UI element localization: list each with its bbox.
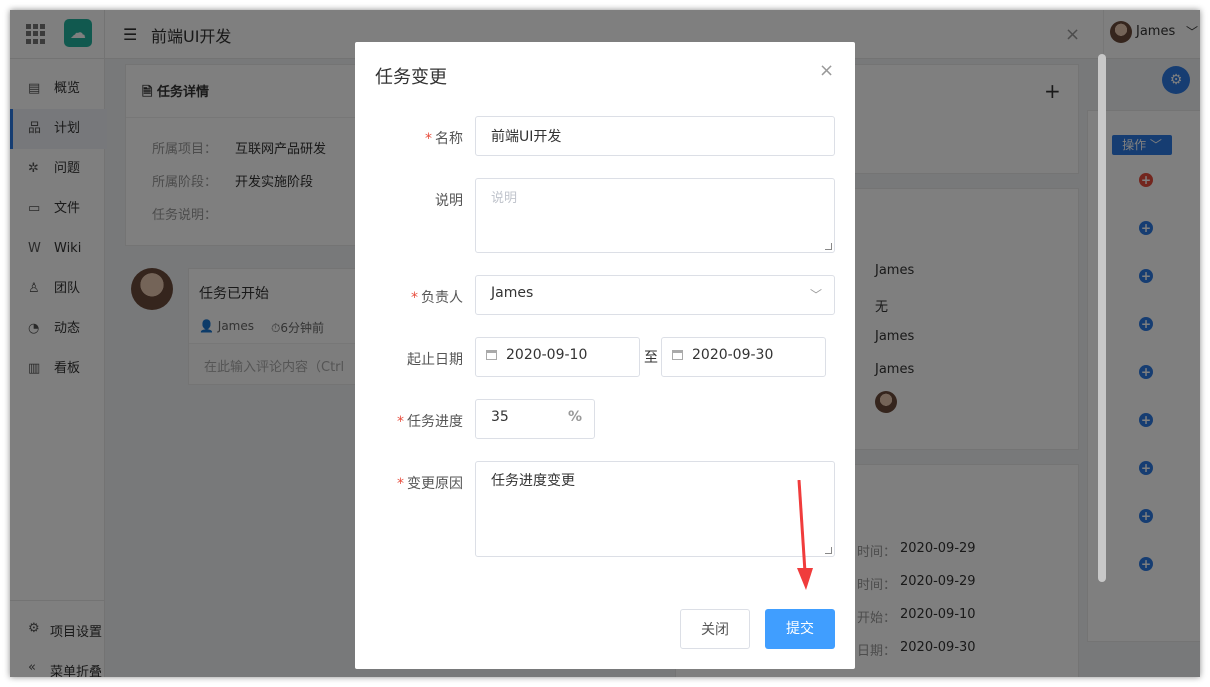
start-date-value: 2020-09-10	[506, 347, 588, 363]
reason-label-text: 变更原因	[407, 476, 463, 492]
date-separator: 至	[644, 350, 658, 366]
dialog-title: 任务变更	[375, 67, 447, 88]
start-date-picker[interactable]: 2020-09-10	[475, 337, 640, 377]
date-range-label: 起止日期	[407, 352, 463, 368]
name-label: * 名称	[425, 131, 463, 147]
reason-value: 任务进度变更	[491, 473, 575, 489]
owner-label-text: 负责人	[421, 290, 463, 306]
task-change-dialog: 任务变更 × * 名称 前端UI开发 说明 说明 * 负责人 James ﹀ 起止日…	[355, 42, 855, 669]
scrollbar[interactable]	[1098, 54, 1106, 582]
percent-icon: %	[567, 409, 582, 425]
name-input-value: 前端UI开发	[491, 129, 562, 145]
reason-textarea[interactable]: 任务进度变更	[475, 461, 835, 557]
name-input[interactable]: 前端UI开发	[475, 116, 835, 156]
close-button[interactable]: 关闭	[680, 609, 750, 649]
owner-select[interactable]: James ﹀	[475, 275, 835, 315]
calendar-icon	[672, 350, 683, 360]
resize-handle-icon[interactable]	[825, 243, 832, 250]
desc-placeholder: 说明	[491, 191, 518, 206]
owner-select-value: James	[491, 285, 534, 301]
end-date-value: 2020-09-30	[692, 347, 774, 363]
chevron-down-icon: ﹀	[809, 288, 822, 302]
description-textarea[interactable]: 说明	[475, 178, 835, 253]
owner-label: * 负责人	[411, 290, 463, 306]
progress-value: 35	[491, 409, 509, 425]
desc-label: 说明	[435, 193, 463, 209]
app-window: ☁ ▤概览品计划✲问题▭文件WWiki♙团队◔动态▥看板 ⚙ 项目设置 « 菜单…	[10, 10, 1200, 677]
calendar-icon	[486, 350, 497, 360]
end-date-picker[interactable]: 2020-09-30	[661, 337, 826, 377]
progress-input[interactable]: 35 %	[475, 399, 595, 439]
resize-handle-icon[interactable]	[825, 547, 832, 554]
submit-button[interactable]: 提交	[765, 609, 835, 649]
reason-label: * 变更原因	[397, 476, 463, 492]
annotation-arrow-icon	[797, 480, 813, 590]
close-icon[interactable]: ×	[819, 60, 834, 81]
progress-label-text: 任务进度	[407, 414, 463, 430]
name-label-text: 名称	[435, 131, 463, 147]
progress-label: * 任务进度	[397, 414, 463, 430]
